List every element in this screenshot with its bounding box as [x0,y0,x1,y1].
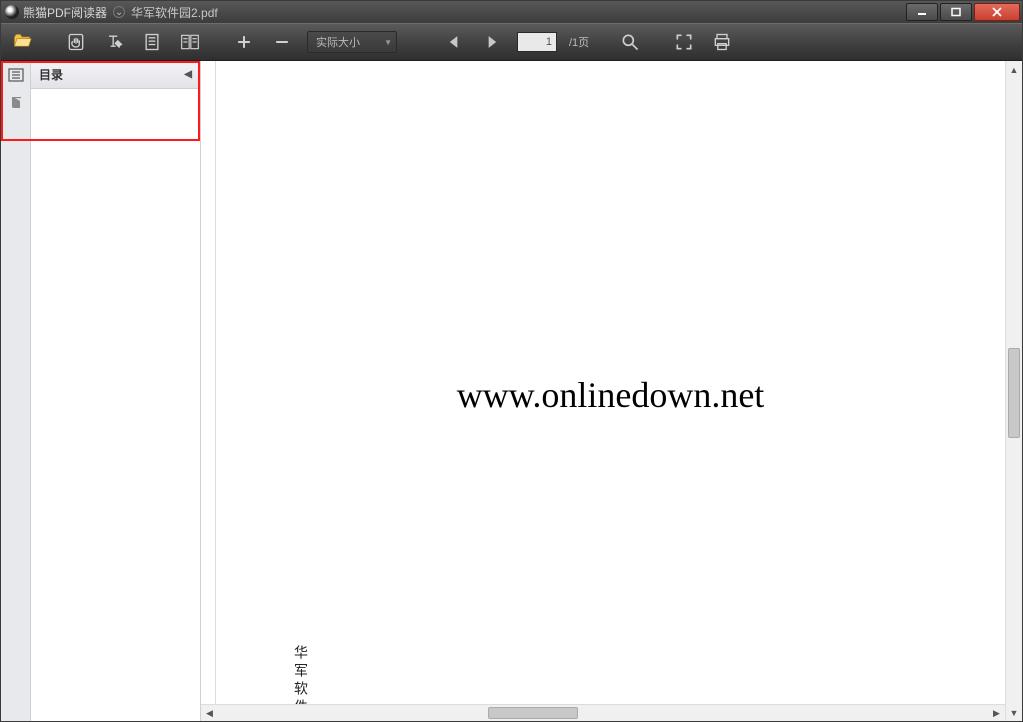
side-panel: 目录 ◀ [31,61,201,721]
scroll-down-icon[interactable]: ▼ [1006,704,1022,721]
hscroll-thumb[interactable] [488,707,578,719]
collapse-panel-icon[interactable]: ◀ [184,69,192,80]
title-bar: 熊猫PDF阅读器 ⌄ 华军软件园2.pdf [1,1,1022,23]
fullscreen-button[interactable] [671,29,697,55]
vscroll-track[interactable] [1006,78,1022,704]
next-page-button[interactable] [479,29,505,55]
vertical-scrollbar[interactable]: ▲ ▼ [1005,61,1022,721]
prev-page-button[interactable] [441,29,467,55]
horizontal-scrollbar[interactable]: ◀ ▶ [201,704,1005,721]
search-button[interactable] [617,29,643,55]
facing-pages-button[interactable] [177,29,203,55]
page-watermark-text: www.onlinedown.net [457,374,765,416]
page-total-label: /1页 [569,34,589,50]
hand-tool-button[interactable] [63,29,89,55]
outline-tab-icon[interactable] [8,67,24,83]
close-button[interactable] [974,3,1020,21]
bookmark-tab-icon[interactable] [8,95,24,111]
title-dropdown-icon[interactable]: ⌄ [113,6,125,18]
scroll-right-icon[interactable]: ▶ [988,705,1005,721]
zoom-out-button[interactable] [269,29,295,55]
page-number-input[interactable] [517,32,557,52]
page-canvas: www.onlinedown.net 华军软件园 [215,61,1005,721]
zoom-in-button[interactable] [231,29,257,55]
app-name: 熊猫PDF阅读器 [23,4,107,21]
document-viewer[interactable]: www.onlinedown.net 华军软件园 [201,61,1005,721]
single-page-button[interactable] [139,29,165,55]
toolbar: 实际大小 ▼ /1页 [1,23,1022,61]
app-icon [5,5,19,19]
side-panel-header: 目录 ◀ [31,61,200,89]
file-name: 华军软件园2.pdf [131,4,218,21]
scroll-up-icon[interactable]: ▲ [1006,61,1022,78]
zoom-select[interactable]: 实际大小 ▼ [307,31,397,53]
scroll-left-icon[interactable]: ◀ [201,705,218,721]
maximize-button[interactable] [940,3,972,21]
open-file-button[interactable] [9,29,35,55]
chevron-down-icon: ▼ [384,38,392,47]
zoom-label: 实际大小 [316,34,360,50]
vscroll-thumb[interactable] [1008,348,1020,438]
text-select-button[interactable] [101,29,127,55]
side-tabs [1,61,31,721]
side-panel-title: 目录 [39,66,63,83]
outline-empty-body [31,89,200,721]
hscroll-track[interactable] [218,705,988,721]
main-area: 目录 ◀ www.onlinedown.net 华军软件园 ▲ ▼ ◀ ▶ [1,61,1022,721]
print-button[interactable] [709,29,735,55]
minimize-button[interactable] [906,3,938,21]
